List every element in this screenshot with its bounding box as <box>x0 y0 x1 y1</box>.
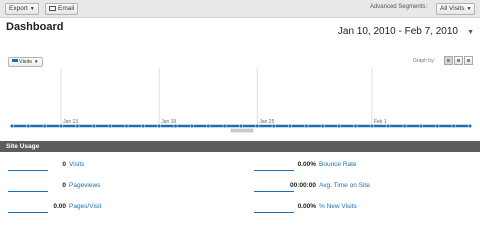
x-tick-label: Jan 13 <box>63 119 78 125</box>
data-point <box>9 123 15 129</box>
stat-value: 0 <box>62 161 66 168</box>
graph-by-month-button[interactable] <box>464 56 473 65</box>
data-point <box>386 123 391 129</box>
data-point <box>42 123 47 129</box>
data-point <box>108 123 113 129</box>
chevron-down-icon: ▼ <box>29 6 35 12</box>
sparkline <box>254 212 294 213</box>
stat-value: 0.00% <box>297 161 316 168</box>
stat-label[interactable]: Pages/Visit <box>69 203 101 210</box>
data-point <box>140 123 145 129</box>
data-point <box>353 123 358 129</box>
export-button[interactable]: Export ▼ <box>5 3 39 15</box>
data-point <box>451 123 456 129</box>
export-label: Export <box>9 5 28 12</box>
data-point <box>467 123 473 129</box>
stat-bounce-rate: 0.00% Bounce Rate <box>282 160 357 170</box>
date-range-picker[interactable]: Jan 10, 2010 - Feb 7, 2010 <box>338 26 458 37</box>
sparkline <box>8 170 48 171</box>
data-point <box>320 123 325 129</box>
line-swatch-icon <box>12 59 18 62</box>
stat-label[interactable]: Bounce Rate <box>319 161 357 168</box>
metric-label: Visits <box>19 59 33 65</box>
stat-pages-per-visit: 0.00 Pages/Visit <box>50 202 101 212</box>
sparkline <box>254 191 294 192</box>
email-label: Email <box>58 5 75 12</box>
page-title: Dashboard <box>6 21 64 33</box>
stat-value: 0 <box>62 182 66 189</box>
x-tick-label: Jan 19 <box>161 119 176 125</box>
chevron-down-icon: ▼ <box>466 6 472 12</box>
stat-new-visits: 0.00%% New Visits <box>282 202 357 212</box>
stat-label[interactable]: Avg. Time on Site <box>319 182 370 189</box>
email-button[interactable]: Email <box>45 3 79 15</box>
data-point <box>91 123 96 129</box>
stat-value: 0.00 <box>53 203 66 210</box>
graph-by-week-button[interactable] <box>454 56 463 65</box>
segments-select[interactable]: All Visits ▼ <box>436 3 476 15</box>
graph-by-label: Graph by: <box>413 58 435 64</box>
data-point <box>26 123 31 129</box>
stat-avg-time: 00:00:00 Avg. Time on Site <box>282 181 370 191</box>
graph-by-day-button[interactable] <box>444 56 453 65</box>
stat-label[interactable]: Pageviews <box>69 182 100 189</box>
x-tick-label: Jan 25 <box>259 119 274 125</box>
chevron-down-icon: ▼ <box>34 59 39 64</box>
data-point <box>418 123 423 129</box>
site-usage-header: Site Usage <box>0 141 480 152</box>
data-point <box>288 123 293 129</box>
data-point <box>337 123 342 129</box>
stat-visits: 0 Visits <box>50 160 84 170</box>
data-point <box>435 123 440 129</box>
data-point <box>238 123 244 129</box>
top-toolbar: Export ▼ Email Advanced Segments: All Vis… <box>0 0 480 18</box>
data-point <box>189 123 194 129</box>
visits-chart: Jan 13 Jan 19 Jan 25 Feb 1 <box>9 68 473 133</box>
x-tick-label: Feb 1 <box>374 119 387 125</box>
data-point <box>124 123 129 129</box>
sparkline <box>8 191 48 192</box>
stat-label[interactable]: Visits <box>69 161 84 168</box>
segments-value: All Visits <box>440 5 465 12</box>
resize-handle <box>230 128 254 133</box>
data-point <box>402 123 407 129</box>
chevron-down-icon[interactable]: ▼ <box>467 29 474 36</box>
stat-value: 00:00:00 <box>289 182 316 189</box>
advanced-segments-label: Advanced Segments: <box>369 4 427 10</box>
stat-pageviews: 0 Pageviews <box>50 181 100 191</box>
data-point <box>206 123 211 129</box>
data-point <box>304 123 309 129</box>
site-usage-title: Site Usage <box>6 143 40 150</box>
stat-value: 0.00% <box>297 203 316 210</box>
sparkline <box>254 170 294 171</box>
sparkline <box>8 212 48 213</box>
stat-label[interactable]: % New Visits <box>319 203 357 210</box>
data-point <box>222 123 227 129</box>
envelope-icon <box>49 6 56 11</box>
